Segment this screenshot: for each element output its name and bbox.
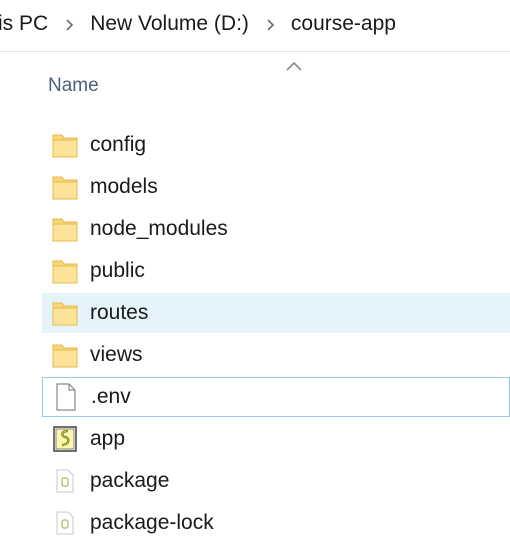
folder-icon: [50, 340, 80, 370]
list-item[interactable]: config: [42, 125, 510, 165]
json-file-icon: [50, 508, 80, 538]
file-name: package-lock: [90, 511, 214, 534]
file-name: public: [90, 259, 145, 282]
list-item[interactable]: public: [42, 251, 510, 291]
folder-icon: [50, 298, 80, 328]
list-item[interactable]: app: [42, 419, 510, 459]
column-header: Name: [0, 52, 510, 114]
folder-icon: [50, 214, 80, 244]
folder-icon: [50, 256, 80, 286]
file-name: package: [90, 469, 170, 492]
file-name: config: [90, 133, 147, 156]
file-name: node_modules: [90, 217, 228, 240]
chevron-right-icon[interactable]: [251, 16, 289, 32]
folder-icon: [50, 172, 80, 202]
breadcrumb-item-course-app[interactable]: course-app: [289, 10, 398, 38]
json-file-icon: [50, 466, 80, 496]
list-item[interactable]: package-lock: [42, 503, 510, 543]
list-item[interactable]: .env: [42, 377, 510, 417]
script-file-icon: [50, 424, 80, 454]
sort-ascending-icon: [286, 61, 302, 71]
file-name: .env: [91, 385, 131, 408]
list-item[interactable]: models: [42, 167, 510, 207]
breadcrumb-item-new-volume[interactable]: New Volume (D:): [88, 10, 251, 38]
list-item[interactable]: node_modules: [42, 209, 510, 249]
file-name: views: [90, 343, 143, 366]
chevron-right-icon[interactable]: [50, 16, 88, 32]
address-bar[interactable]: is PC New Volume (D:) course-app: [0, 0, 510, 52]
file-name: models: [90, 175, 158, 198]
column-header-name[interactable]: Name: [48, 75, 99, 97]
breadcrumb: is PC New Volume (D:) course-app: [0, 10, 398, 38]
blank-file-icon: [51, 382, 81, 412]
list-item[interactable]: package: [42, 461, 510, 501]
list-item[interactable]: views: [42, 335, 510, 375]
file-name: routes: [90, 301, 149, 324]
breadcrumb-item-this-pc[interactable]: is PC: [0, 10, 50, 38]
folder-icon: [50, 130, 80, 160]
list-item[interactable]: routes: [42, 293, 510, 333]
file-name: app: [90, 427, 126, 450]
